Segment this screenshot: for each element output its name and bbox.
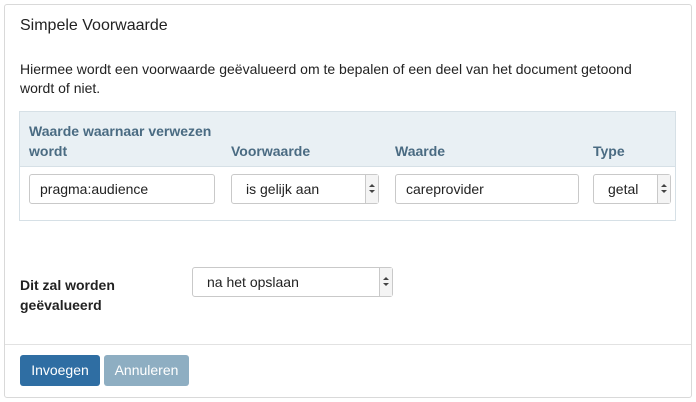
reference-input[interactable]: pragma:audience (29, 174, 215, 204)
evaluation-select-value: na het opslaan (207, 274, 299, 290)
dialog-title: Simpele Voorwaarde (20, 17, 168, 34)
select-arrows-icon (365, 175, 378, 203)
value-input[interactable]: careprovider (395, 174, 579, 204)
header-type: Type (593, 143, 625, 159)
simple-condition-dialog: Simpele Voorwaarde Hiermee wordt een voo… (4, 4, 692, 398)
condition-select[interactable]: is gelijk aan (231, 174, 379, 204)
condition-select-value: is gelijk aan (246, 181, 320, 197)
cancel-button[interactable]: Annuleren (104, 355, 189, 386)
header-reference: Waarde waarnaar verwezen wordt (29, 123, 212, 159)
table-header: Waarde waarnaar verwezen wordt Voorwaard… (20, 112, 675, 167)
evaluation-label: Dit zal worden geëvalueerd (20, 277, 115, 313)
header-condition: Voorwaarde (231, 143, 311, 159)
select-arrows-icon (657, 175, 670, 203)
footer-divider (5, 344, 691, 345)
header-value: Waarde (395, 143, 446, 159)
insert-button[interactable]: Invoegen (20, 355, 100, 386)
select-arrows-icon (379, 268, 392, 296)
type-select-value: getal (608, 181, 639, 197)
type-select[interactable]: getal (593, 174, 671, 204)
dialog-description: Hiermee wordt een voorwaarde geëvalueerd… (20, 61, 632, 96)
condition-table: Waarde waarnaar verwezen wordt Voorwaard… (19, 111, 676, 221)
evaluation-select[interactable]: na het opslaan (192, 267, 393, 297)
